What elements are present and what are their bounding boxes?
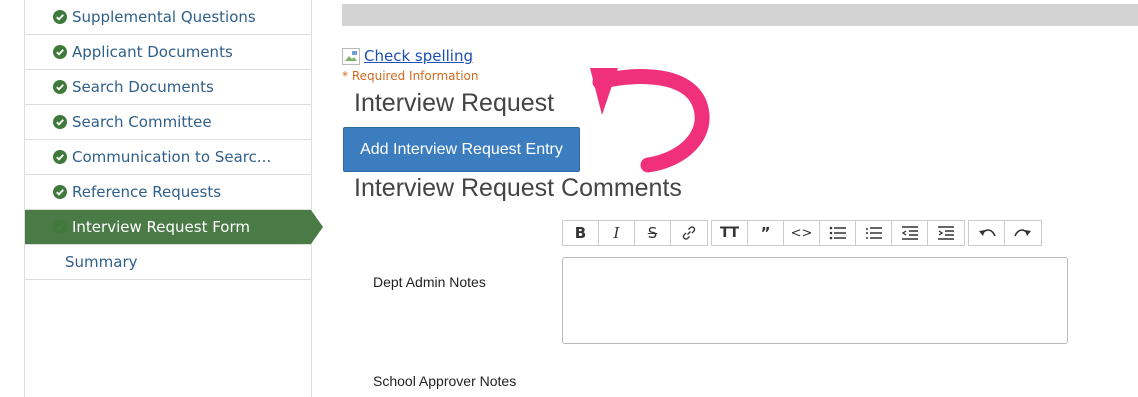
blockquote-icon[interactable]: ”: [748, 221, 784, 245]
check-circle-icon: [53, 10, 67, 24]
italic-icon[interactable]: I: [599, 221, 635, 245]
sidebar-item-applicant-documents[interactable]: Applicant Documents: [25, 35, 311, 70]
dept-admin-notes-field[interactable]: [562, 257, 1068, 344]
sidebar-item-search-committee[interactable]: Search Committee: [25, 105, 311, 140]
rich-text-toolbar: B I S ТТ ” <>: [562, 220, 1045, 246]
toolbar-group-block: ТТ ” <>: [711, 220, 965, 246]
bold-icon[interactable]: B: [563, 221, 599, 245]
sidebar-item-label: Summary: [65, 253, 138, 271]
sidebar-item-search-documents[interactable]: Search Documents: [25, 70, 311, 105]
heading-icon[interactable]: ТТ: [712, 221, 748, 245]
sidebar-item-label: Interview Request Form: [72, 218, 251, 236]
interview-request-heading: Interview Request: [354, 89, 555, 117]
check-circle-icon: [53, 115, 67, 129]
check-circle-icon: [53, 45, 67, 59]
sidebar-item-label: Search Documents: [72, 78, 214, 96]
toolbar-group-format: B I S: [562, 220, 708, 246]
sidebar-nav: Supplemental Questions Applicant Documen…: [24, 0, 323, 397]
outdent-icon[interactable]: [892, 221, 928, 245]
broken-image-icon: [342, 47, 360, 65]
sidebar-item-interview-request-form[interactable]: Interview Request Form: [25, 210, 323, 245]
check-circle-icon: [53, 150, 67, 164]
code-icon[interactable]: <>: [784, 221, 820, 245]
check-circle-icon: [53, 185, 67, 199]
sidebar-item-communication[interactable]: Communication to Searc...: [25, 140, 311, 175]
undo-icon[interactable]: [969, 221, 1005, 245]
dept-admin-notes-label: Dept Admin Notes: [373, 274, 486, 290]
indent-icon[interactable]: [928, 221, 964, 245]
sidebar-item-label: Search Committee: [72, 113, 212, 131]
sidebar-item-reference-requests[interactable]: Reference Requests: [25, 175, 311, 210]
redo-icon[interactable]: [1005, 221, 1041, 245]
interview-request-comments-heading: Interview Request Comments: [354, 174, 682, 202]
check-spelling-link[interactable]: Check spelling: [364, 47, 473, 65]
strikethrough-icon[interactable]: S: [635, 221, 671, 245]
curved-arrow-annotation-icon: [590, 68, 710, 173]
top-bar: [342, 4, 1138, 26]
check-circle-icon: [53, 80, 67, 94]
sidebar-item-summary[interactable]: Summary: [25, 245, 311, 280]
check-circle-icon: [53, 220, 67, 234]
sidebar-item-supplemental-questions[interactable]: Supplemental Questions: [25, 0, 311, 35]
bullet-list-icon[interactable]: [820, 221, 856, 245]
add-interview-request-entry-button[interactable]: Add Interview Request Entry: [343, 127, 580, 172]
school-approver-notes-label: School Approver Notes: [373, 373, 517, 389]
link-icon[interactable]: [671, 221, 707, 245]
sidebar-item-label: Communication to Searc...: [72, 148, 272, 166]
sidebar-item-label: Reference Requests: [72, 183, 222, 201]
sidebar-item-label: Applicant Documents: [72, 43, 233, 61]
spellcheck-link-row: Check spelling: [342, 47, 473, 65]
sidebar-item-label: Supplemental Questions: [72, 8, 256, 26]
required-info-note: * Required Information: [342, 69, 479, 83]
numbered-list-icon[interactable]: [856, 221, 892, 245]
toolbar-group-history: [968, 220, 1042, 246]
